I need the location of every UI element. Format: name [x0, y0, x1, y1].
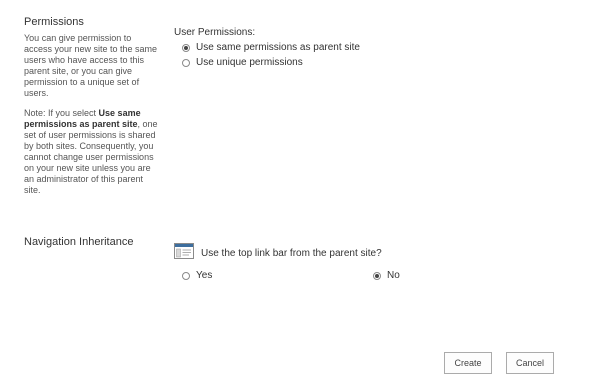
cancel-button[interactable]: Cancel [506, 352, 554, 374]
radio-same-permissions[interactable]: Use same permissions as parent site [182, 42, 360, 53]
permissions-description: You can give permission to access your n… [24, 33, 160, 196]
top-link-bar-icon [174, 243, 194, 259]
permissions-note: Note: If you select Use same permissions… [24, 108, 160, 196]
radio-no-label: No [387, 270, 400, 281]
radio-yes-label: Yes [196, 270, 213, 281]
user-permissions-label: User Permissions: [174, 27, 256, 38]
radio-yes[interactable]: Yes [182, 270, 212, 281]
create-site-form: Permissions You can give permission to a… [0, 0, 600, 390]
permissions-section-title: Permissions [24, 16, 84, 28]
radio-button-selected-icon[interactable] [182, 43, 190, 52]
create-button[interactable]: Create [444, 352, 492, 374]
radio-unique-permissions[interactable]: Use unique permissions [182, 57, 303, 68]
radio-unique-permissions-label: Use unique permissions [196, 57, 303, 68]
top-link-bar-question: Use the top link bar from the parent sit… [201, 248, 382, 259]
navigation-section-title: Navigation Inheritance [24, 236, 134, 248]
permissions-note-suffix: , one set of user permissions is shared … [24, 119, 158, 195]
radio-button-icon[interactable] [182, 271, 190, 280]
radio-button-selected-icon[interactable] [373, 271, 381, 280]
radio-same-permissions-label: Use same permissions as parent site [196, 42, 360, 53]
permissions-description-text: You can give permission to access your n… [24, 33, 158, 98]
permissions-note-prefix: Note: If you select [24, 108, 99, 118]
radio-no[interactable]: No [373, 270, 400, 281]
radio-button-icon[interactable] [182, 58, 190, 67]
